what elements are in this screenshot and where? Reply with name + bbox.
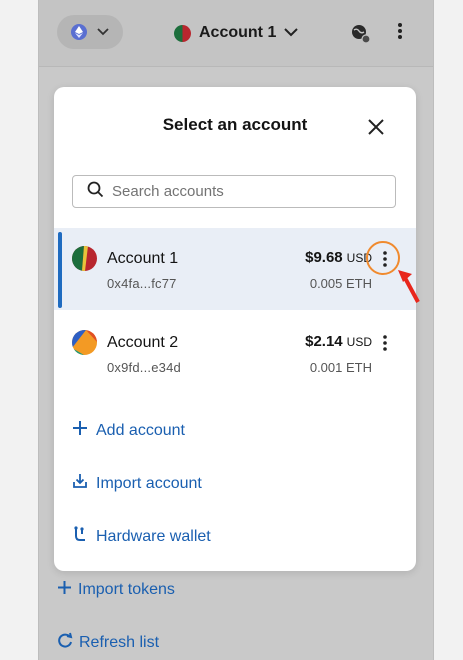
import-account-button[interactable]: Import account [72, 473, 202, 494]
account-selector[interactable]: Account 1 [174, 20, 299, 46]
network-selector[interactable] [57, 15, 123, 49]
select-account-modal: Select an account Account 1 0x4fa...fc77… [54, 87, 416, 571]
import-account-label: Import account [96, 474, 202, 492]
refresh-list-label: Refresh list [79, 633, 160, 651]
account-name: Account 1 [107, 250, 179, 267]
pointer-arrow-icon [398, 270, 420, 303]
refresh-icon [57, 632, 73, 653]
plus-icon [72, 420, 88, 441]
account-usd-balance: $9.68 USD [305, 249, 372, 266]
account-address: 0x4fa...fc77 [107, 276, 177, 291]
usd-amount: $9.68 [305, 249, 343, 266]
modal-title: Select an account [162, 115, 308, 134]
avatar [174, 24, 191, 42]
import-tokens-label: Import tokens [78, 581, 175, 598]
chevron-down-icon [284, 24, 299, 42]
account-row-1[interactable]: Account 1 0x4fa...fc77 $9.68 USD 0.005 ET… [54, 228, 416, 310]
search-input[interactable] [112, 183, 372, 200]
hardware-wallet-label: Hardware wallet [96, 527, 211, 545]
hardware-wallet-button[interactable]: Hardware wallet [72, 526, 211, 547]
account-address: 0x9fd...e34d [107, 360, 181, 375]
hardware-wallet-icon [72, 526, 88, 547]
globe-icon[interactable] [351, 24, 371, 49]
search-icon [87, 181, 104, 203]
close-icon[interactable] [366, 117, 386, 137]
plus-icon [57, 580, 72, 600]
chevron-down-icon [97, 23, 109, 41]
account-name: Account 1 [199, 24, 277, 41]
account-usd-balance: $2.14 USD [305, 333, 372, 350]
usd-currency: USD [346, 335, 372, 349]
account-eth-balance: 0.001 ETH [309, 360, 372, 375]
ethereum-icon [71, 24, 87, 40]
add-account-button[interactable]: Add account [72, 420, 185, 441]
refresh-list-link[interactable]: Refresh list [57, 632, 159, 653]
account-options-icon[interactable] [380, 334, 390, 352]
account-row-2[interactable]: Account 2 0x9fd...e34d $2.14 USD 0.001 ET… [54, 312, 416, 394]
kebab-menu-icon[interactable] [397, 22, 403, 45]
selected-indicator [58, 232, 62, 308]
add-account-label: Add account [96, 421, 185, 439]
account-eth-balance: 0.005 ETH [309, 276, 372, 291]
import-tokens-link[interactable]: Import tokens [57, 580, 175, 600]
download-icon [72, 473, 88, 494]
avatar [72, 246, 97, 271]
account-name: Account 2 [107, 334, 179, 351]
usd-amount: $2.14 [305, 333, 343, 350]
search-field [72, 175, 396, 208]
top-bar: Account 1 [39, 0, 433, 67]
avatar [72, 330, 97, 355]
highlight-circle [366, 241, 400, 275]
